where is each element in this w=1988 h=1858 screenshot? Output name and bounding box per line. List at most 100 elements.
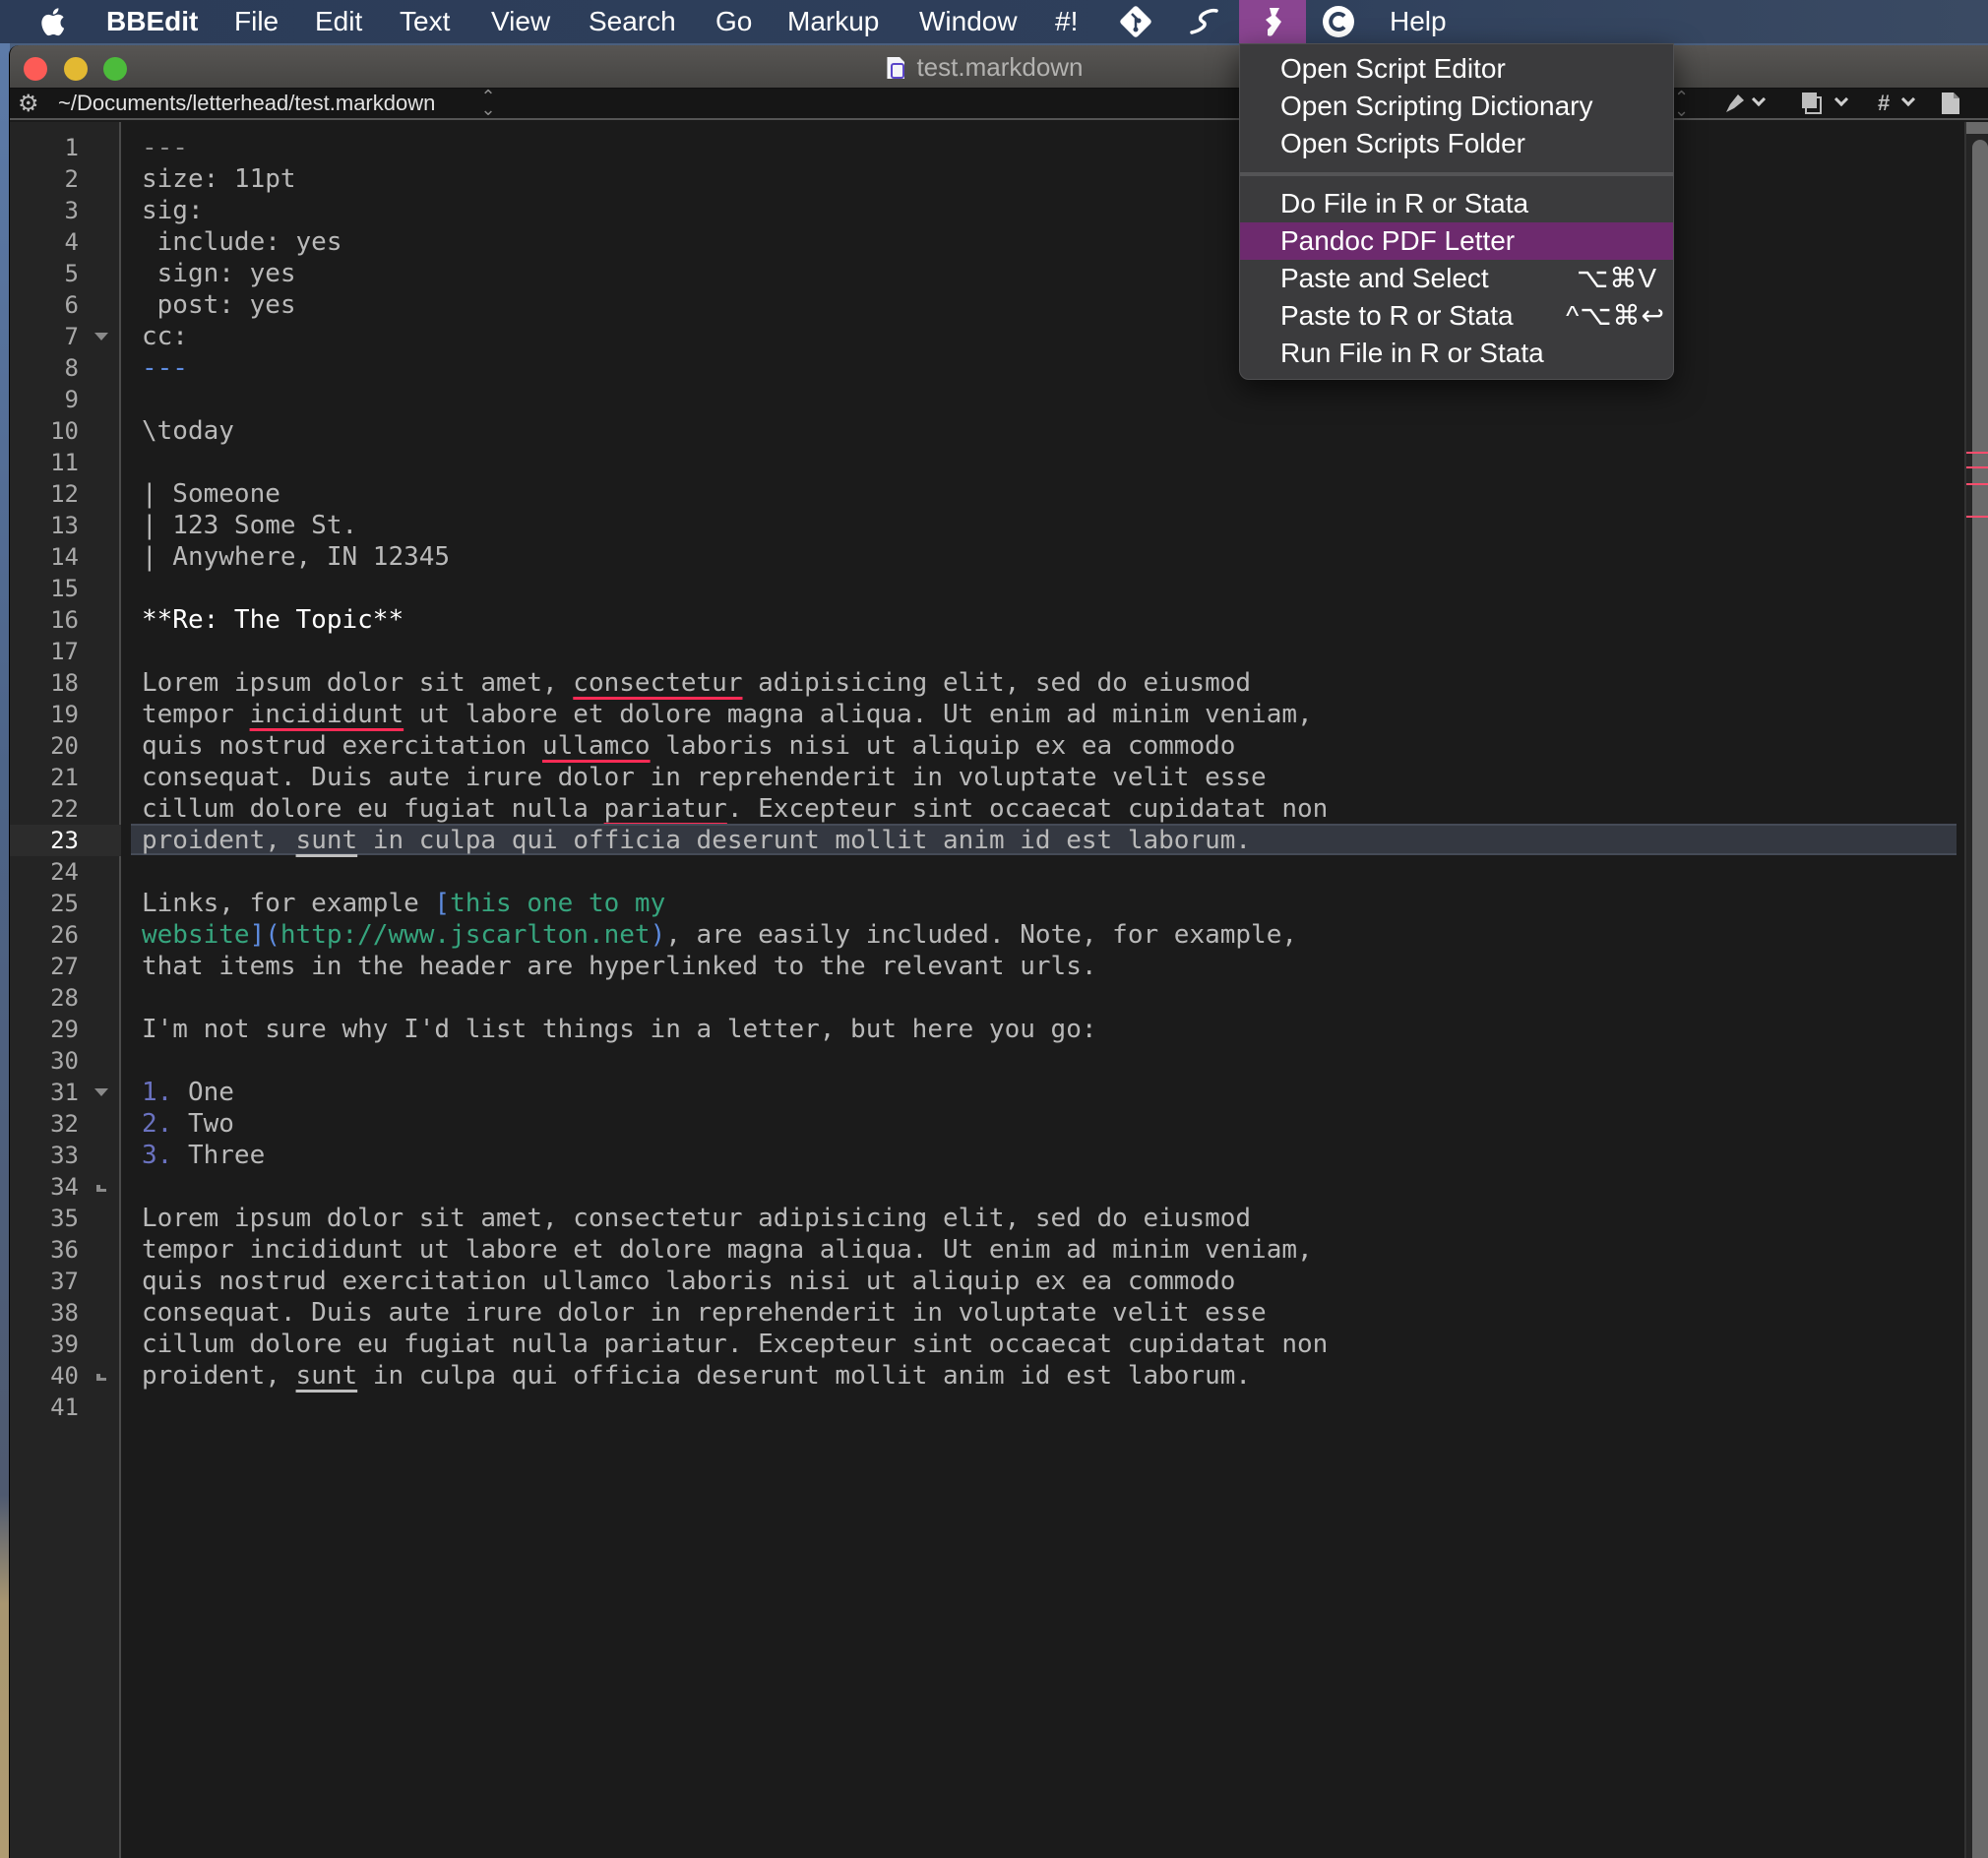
text-line[interactable]: that items in the header are hyperlinked…	[142, 951, 1097, 982]
line-number: 40	[50, 1362, 79, 1390]
counterparts-popup[interactable]: #	[1876, 89, 1925, 118]
text-line[interactable]: sig:	[142, 195, 204, 226]
line-number: 31	[50, 1079, 79, 1106]
document-info-button[interactable]	[1942, 89, 1961, 118]
menu-item-open-scripting-dictionary[interactable]: Open Scripting Dictionary	[1240, 88, 1673, 125]
apple-menu[interactable]	[39, 0, 65, 43]
text-line[interactable]: quis nostrud exercitation ullamco labori…	[142, 730, 1235, 762]
text-line[interactable]: quis nostrud exercitation ullamco labori…	[142, 1266, 1235, 1297]
menu-item-open-scripts-folder[interactable]: Open Scripts Folder	[1240, 125, 1673, 162]
menu-git[interactable]	[1102, 0, 1169, 43]
menu-file[interactable]: File	[234, 0, 279, 43]
text-line[interactable]: include: yes	[142, 226, 342, 258]
text-line[interactable]: size: 11pt	[142, 163, 296, 195]
text-line[interactable]: 2. Two	[142, 1108, 234, 1140]
text-segment: Links, for example	[142, 889, 435, 918]
text-segment: 3.	[142, 1141, 173, 1170]
text-segment: , are easily included. Note, for example…	[665, 920, 1298, 950]
fold-end-icon[interactable]	[94, 1360, 108, 1392]
line-number: 28	[50, 984, 79, 1012]
marker-popup[interactable]	[1722, 89, 1771, 118]
text-line[interactable]: cillum dolore eu fugiat nulla pariatur. …	[142, 1329, 1328, 1360]
text-line[interactable]: 3. Three	[142, 1140, 265, 1171]
function-popup-updown-icon[interactable]: ⌃ ⌄	[1674, 89, 1689, 121]
text-line[interactable]: tempor incididunt ut labore et dolore ma…	[142, 1234, 1313, 1266]
text-line[interactable]: | Anywhere, IN 12345	[142, 541, 450, 573]
menu-markup[interactable]: Markup	[787, 0, 879, 43]
menu-item-paste-to-r[interactable]: Paste to R or Stata ^⌥⌘↩	[1240, 297, 1673, 335]
menu-item-paste-and-select[interactable]: Paste and Select ⌥⌘V	[1240, 260, 1673, 297]
text-line[interactable]: cillum dolore eu fugiat nulla pariatur. …	[142, 793, 1328, 825]
text-line[interactable]: tempor incididunt ut labore et dolore ma…	[142, 699, 1313, 730]
text-line[interactable]: ---	[142, 132, 188, 163]
menu-item-open-script-editor[interactable]: Open Script Editor	[1240, 50, 1673, 88]
documents-popup[interactable]	[1799, 89, 1854, 118]
text-line[interactable]: \today	[142, 415, 234, 447]
chevron-down-icon	[1833, 92, 1849, 107]
text-line[interactable]: consequat. Duis aute irure dolor in repr…	[142, 1297, 1267, 1329]
fold-triangle-icon[interactable]	[94, 1077, 108, 1108]
menu-item-label: Pandoc PDF Letter	[1280, 225, 1516, 256]
menu-item-do-file[interactable]: Do File in R or Stata	[1240, 185, 1673, 222]
line-number: 41	[50, 1394, 79, 1421]
menu-text[interactable]: Text	[400, 0, 450, 43]
menu-scriptlets[interactable]	[1171, 0, 1238, 43]
menu-c[interactable]	[1305, 0, 1372, 43]
text-line[interactable]: Lorem ipsum dolor sit amet, consectetur …	[142, 1203, 1251, 1234]
updown-icon[interactable]: ⌃ ⌄	[480, 88, 496, 118]
fold-end-icon[interactable]	[94, 1171, 108, 1203]
text-line[interactable]: proident, sunt in culpa qui officia dese…	[142, 1360, 1251, 1392]
text-line[interactable]: 1. One	[142, 1077, 234, 1108]
menu-shebang[interactable]: #!	[1055, 0, 1078, 43]
line-number-gutter[interactable]: 1 2 3 4 5 6 7 8 9 10 11 12 13 14 15 16 17 18 19 20 21 22 23 24 2…	[10, 122, 121, 1858]
menu-window[interactable]: Window	[919, 0, 1018, 43]
text-segment: quis nostrud exercitation ullamco labori…	[142, 1267, 1236, 1296]
text-line[interactable]: post: yes	[142, 289, 296, 321]
menu-view[interactable]: View	[491, 0, 550, 43]
menu-help[interactable]: Help	[1390, 0, 1447, 43]
line-number: 38	[50, 1299, 79, 1327]
menu-go[interactable]: Go	[715, 0, 752, 43]
gear-icon[interactable]: ⚙	[18, 91, 39, 118]
title-bar[interactable]: test.markdown	[10, 45, 1988, 89]
text-line[interactable]: | Someone	[142, 478, 280, 510]
menu-item-label: Paste to R or Stata	[1280, 300, 1514, 331]
text-segment: sunt	[295, 1361, 358, 1391]
text-line[interactable]: | 123 Some St.	[142, 510, 357, 541]
line-number: 26	[50, 921, 79, 949]
menu-edit[interactable]: Edit	[315, 0, 362, 43]
text-line[interactable]: **Re: The Topic**	[142, 604, 404, 636]
vertical-scrollbar[interactable]	[1964, 122, 1988, 1858]
text-line[interactable]: I'm not sure why I'd list things in a le…	[142, 1014, 1097, 1045]
scrollbar-thumb[interactable]	[1972, 140, 1988, 1858]
text-line[interactable]: consequat. Duis aute irure dolor in repr…	[142, 762, 1267, 793]
menu-item-run-file[interactable]: Run File in R or Stata	[1240, 335, 1673, 372]
text-editor[interactable]: --- size: 11pt sig: include: yes sign: yes…	[123, 122, 1964, 1858]
text-segment: cillum dolore eu fugiat nulla	[142, 794, 604, 824]
line-number: 23	[50, 827, 79, 854]
text-line[interactable]: proident, sunt in culpa qui officia dese…	[142, 825, 1251, 856]
window-title-text: test.markdown	[916, 52, 1084, 82]
fold-triangle-icon[interactable]	[94, 321, 108, 352]
text-line[interactable]: ---	[142, 352, 188, 384]
menu-app-name[interactable]: BBEdit	[106, 0, 198, 43]
spelling-marker	[1966, 516, 1988, 518]
line-number: 1	[64, 134, 79, 161]
line-number: 37	[50, 1268, 79, 1295]
text-line[interactable]: sign: yes	[142, 258, 296, 289]
line-number: 5	[64, 260, 79, 287]
line-number: 12	[50, 480, 79, 508]
line-number: 18	[50, 669, 79, 697]
text-line[interactable]: cc:	[142, 321, 188, 352]
menu-scripts[interactable]	[1239, 0, 1306, 43]
text-segment: in culpa qui officia deserunt mollit ani…	[357, 1361, 1252, 1391]
text-line[interactable]: website](http://www.jscarlton.net), are …	[142, 919, 1297, 951]
menu-item-pandoc-pdf-letter[interactable]: Pandoc PDF Letter	[1240, 222, 1673, 260]
file-path-popup[interactable]: ~/Documents/letterhead/test.markdown	[58, 89, 435, 118]
text-line[interactable]: Links, for example [this one to my	[142, 888, 665, 919]
text-line[interactable]: Lorem ipsum dolor sit amet, consectetur …	[142, 667, 1251, 699]
menu-search[interactable]: Search	[589, 0, 676, 43]
line-number: 13	[50, 512, 79, 539]
marker-icon	[1726, 94, 1744, 112]
text-segment: tempor	[142, 700, 250, 729]
